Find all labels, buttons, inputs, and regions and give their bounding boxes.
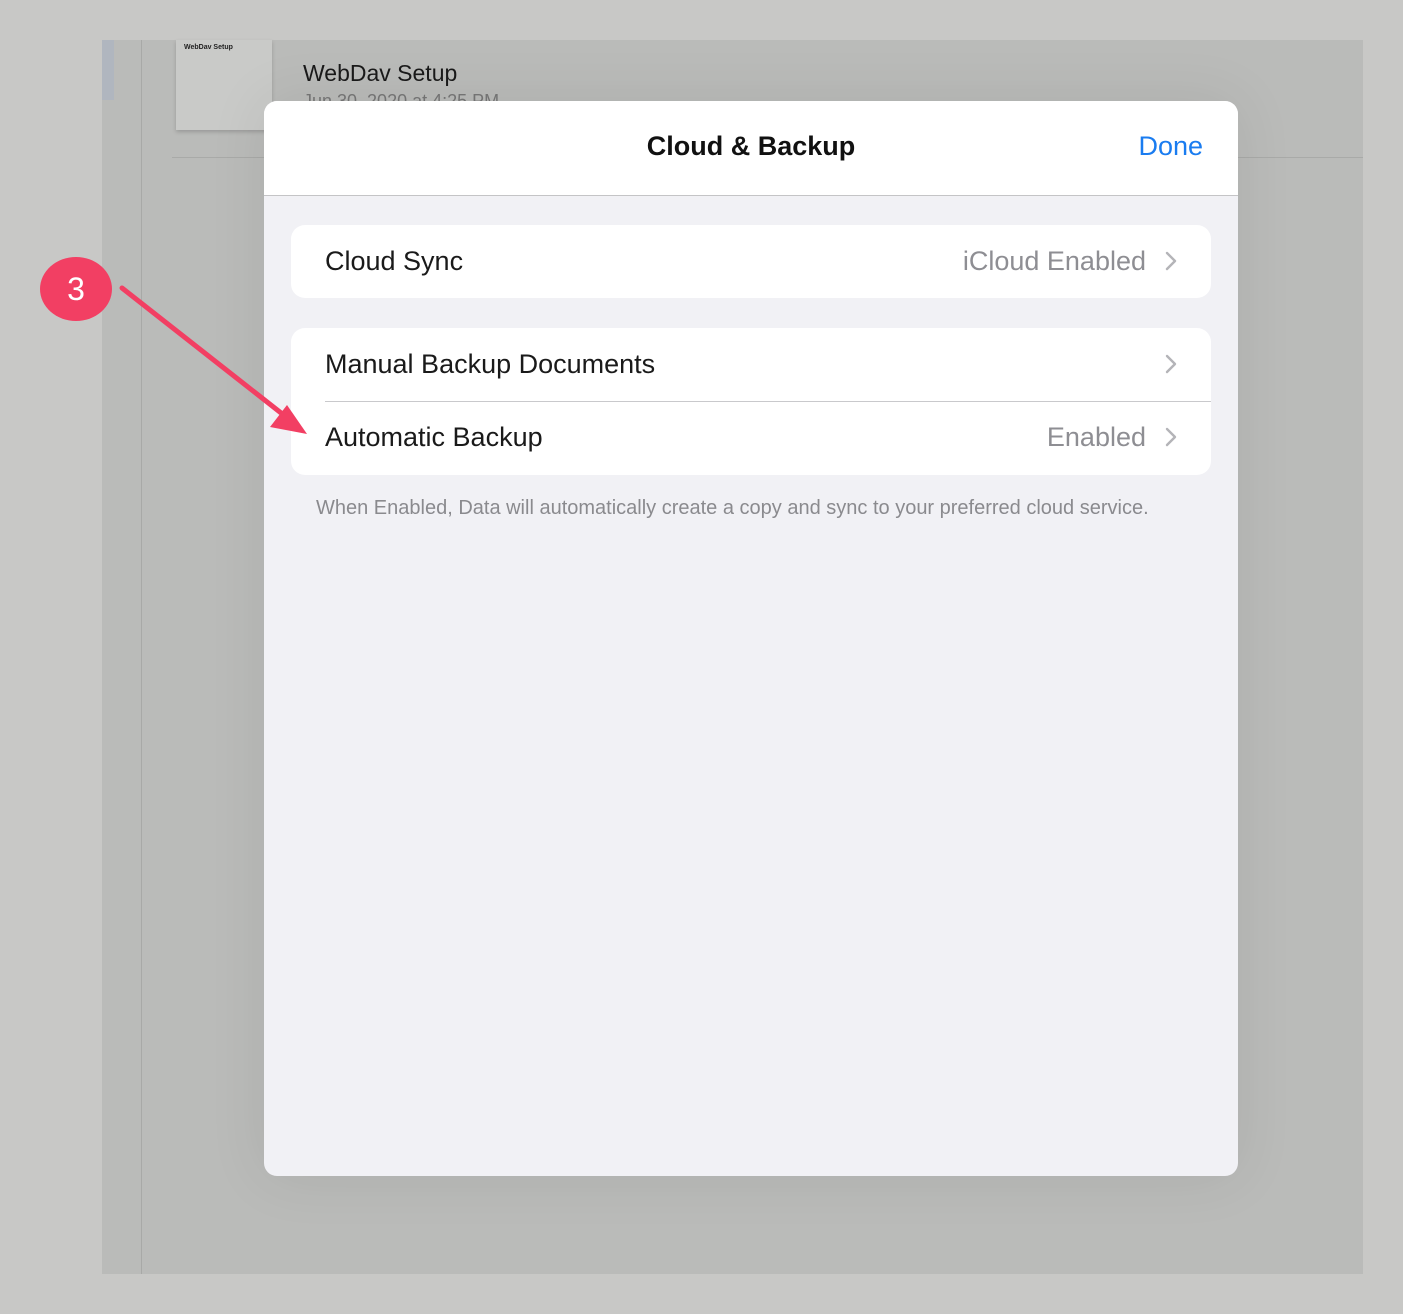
cloud-sync-row[interactable]: Cloud Sync iCloud Enabled xyxy=(291,225,1211,298)
document-thumbnail-label: WebDav Setup xyxy=(184,44,233,51)
sheet-title: Cloud & Backup xyxy=(646,131,856,161)
automatic-backup-footer-note: When Enabled, Data will automatically cr… xyxy=(316,497,1149,519)
done-button[interactable]: Done xyxy=(1138,131,1203,162)
automatic-backup-row[interactable]: Automatic Backup Enabled xyxy=(291,401,1211,474)
chevron-right-icon xyxy=(1165,354,1177,374)
automatic-backup-label: Automatic Backup xyxy=(325,422,543,452)
backup-group: Manual Backup Documents Automatic Backup… xyxy=(291,328,1211,475)
navigation-bar: Cloud & Backup Done xyxy=(264,101,1238,196)
cloud-sync-group: Cloud Sync iCloud Enabled xyxy=(291,225,1211,298)
manual-backup-row[interactable]: Manual Backup Documents xyxy=(291,328,1211,402)
background-sidebar-edge xyxy=(102,40,114,100)
cloud-sync-label: Cloud Sync xyxy=(325,246,464,276)
document-title: WebDav Setup xyxy=(303,60,458,86)
manual-backup-label: Manual Backup Documents xyxy=(325,349,656,379)
chevron-right-icon xyxy=(1165,427,1177,447)
cloud-sync-value: iCloud Enabled xyxy=(962,246,1146,276)
automatic-backup-value: Enabled xyxy=(1046,422,1146,452)
background-sidebar-divider xyxy=(141,40,142,1274)
step-number-badge: 3 xyxy=(40,257,112,321)
document-thumbnail: WebDav Setup xyxy=(176,40,272,130)
chevron-right-icon xyxy=(1165,251,1177,271)
cloud-backup-sheet: Cloud & Backup Done Cloud Sync iCloud En… xyxy=(264,101,1238,1176)
